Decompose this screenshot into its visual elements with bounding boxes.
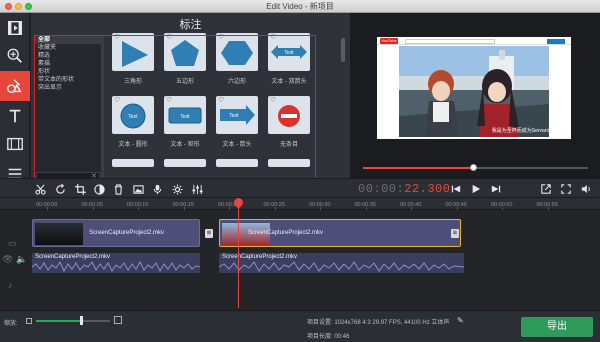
track-speaker-icon[interactable]: 🔈 bbox=[16, 254, 27, 265]
zoom-out-icon[interactable] bbox=[26, 318, 32, 324]
trash-icon bbox=[114, 183, 122, 195]
clip-name: ScreenCaptureProject2.mkv bbox=[248, 230, 324, 236]
video-preview[interactable]: YouTube 我是为圣杯而成为Servant bbox=[377, 37, 571, 139]
crop-button[interactable] bbox=[72, 181, 88, 197]
eye-icon[interactable]: 👁 bbox=[2, 254, 13, 265]
footer-bar: 缩放: 项目设置: 1024x768 4:3 29.97 FPS, 44100 … bbox=[0, 310, 600, 342]
play-button[interactable] bbox=[466, 181, 486, 197]
project-settings-text: 项目设置: 1024x768 4:3 29.97 FPS, 44100 Hz 立… bbox=[307, 320, 450, 326]
magic-zoom-icon bbox=[7, 48, 22, 63]
play-icon bbox=[472, 184, 481, 194]
music-track-icon: ♪ bbox=[8, 280, 13, 290]
speaker-icon bbox=[581, 184, 590, 194]
clip-thumbnail bbox=[35, 223, 83, 245]
film-icon bbox=[8, 21, 22, 35]
zoom-label: 缩放: bbox=[4, 321, 18, 327]
callout-scrollbar[interactable] bbox=[341, 38, 345, 62]
tool-titles[interactable] bbox=[0, 101, 30, 131]
tool-transitions[interactable] bbox=[0, 129, 30, 159]
project-length-text: 项目长度: 00:46 bbox=[307, 334, 350, 340]
image-icon bbox=[132, 184, 144, 194]
contrast-icon bbox=[93, 183, 105, 195]
skip-back-icon bbox=[451, 185, 461, 193]
shapes-icon bbox=[7, 79, 22, 93]
snapshot-button[interactable] bbox=[536, 181, 556, 197]
volume-button[interactable] bbox=[576, 181, 596, 197]
video-track-icon: ▭ bbox=[8, 238, 17, 248]
rotate-icon bbox=[55, 183, 65, 194]
gear-icon bbox=[171, 183, 183, 195]
highlight-box bbox=[34, 35, 316, 191]
skip-forward-button[interactable] bbox=[486, 181, 506, 197]
timecode-display: 00:00:22.300 bbox=[358, 182, 450, 196]
equalizer-button[interactable] bbox=[189, 181, 205, 197]
audio-waveform bbox=[219, 261, 464, 272]
tool-sidebar bbox=[0, 13, 30, 180]
zoom-slider-handle[interactable] bbox=[80, 316, 84, 325]
playback-progress-fill bbox=[363, 167, 474, 169]
title-bar: Edit Video - 新项目 bbox=[0, 0, 600, 13]
youtube-signin-button bbox=[547, 38, 565, 44]
playhead-line bbox=[238, 205, 239, 308]
timeline-ruler[interactable]: 00:00:00 00:00:05 00:00:10 00:00:15 00:00:20… bbox=[0, 198, 600, 210]
audio-waveform bbox=[32, 261, 200, 272]
anime-scene-image bbox=[399, 46, 549, 137]
video-clip[interactable]: ScreenCaptureProject2.mkv bbox=[32, 219, 200, 247]
clip-name: ScreenCaptureProject2.mkv bbox=[89, 230, 165, 236]
zoom-in-icon[interactable] bbox=[114, 316, 122, 324]
fullscreen-icon bbox=[561, 184, 571, 194]
video-clip-selected[interactable]: ScreenCaptureProject2.mkv bbox=[219, 219, 461, 247]
timecode-prefix: 00:00: bbox=[358, 182, 405, 196]
skip-back-button[interactable] bbox=[446, 181, 466, 197]
color-adjust-button[interactable] bbox=[91, 181, 107, 197]
transition-icon bbox=[7, 137, 23, 151]
audio-clip-name: ScreenCaptureProject2.mkv bbox=[222, 254, 298, 260]
microphone-icon bbox=[153, 184, 161, 194]
panel-title: 标注 bbox=[179, 19, 202, 31]
pencil-icon[interactable]: ✎ bbox=[457, 316, 464, 325]
rotate-button[interactable] bbox=[52, 181, 68, 197]
tool-filters[interactable] bbox=[0, 41, 30, 71]
insert-media-button[interactable] bbox=[130, 181, 146, 197]
tool-callouts[interactable] bbox=[0, 71, 30, 101]
export-frame-icon bbox=[541, 184, 551, 194]
clip-properties-button[interactable] bbox=[169, 181, 185, 197]
equalizer-icon bbox=[191, 184, 203, 194]
audio-clip[interactable]: ScreenCaptureProject2.mkv bbox=[219, 253, 464, 273]
youtube-header: YouTube bbox=[377, 37, 571, 45]
zoom-slider-fill bbox=[36, 320, 82, 322]
window-title: Edit Video - 新项目 bbox=[266, 2, 334, 11]
playback-progress-handle[interactable] bbox=[469, 164, 477, 171]
audio-clip[interactable]: ScreenCaptureProject2.mkv bbox=[32, 253, 200, 273]
record-voice-button[interactable] bbox=[149, 181, 165, 197]
text-icon bbox=[9, 109, 21, 123]
editing-toolbar: 00:00:22.300 bbox=[0, 178, 600, 198]
video-subtitle: 我是为圣杯而成为Servant bbox=[491, 128, 549, 134]
timecode-seconds: 22.300 bbox=[404, 182, 451, 196]
clip-transition-icon[interactable]: ⊠ bbox=[205, 229, 213, 238]
cut-button[interactable] bbox=[32, 181, 48, 197]
tool-media[interactable] bbox=[0, 13, 30, 43]
export-button[interactable]: 导出 bbox=[521, 317, 593, 337]
audio-clip-name: ScreenCaptureProject2.mkv bbox=[35, 254, 111, 260]
video-frame: 我是为圣杯而成为Servant bbox=[399, 46, 549, 137]
crop-icon bbox=[74, 183, 86, 195]
delete-button[interactable] bbox=[110, 181, 126, 197]
youtube-search-box bbox=[405, 38, 495, 44]
fullscreen-button[interactable] bbox=[556, 181, 576, 197]
youtube-logo: YouTube bbox=[380, 38, 398, 44]
clip-end-icon[interactable]: ⊠ bbox=[451, 229, 459, 238]
skip-forward-icon bbox=[491, 185, 501, 193]
scissors-icon bbox=[34, 184, 46, 195]
timeline-tracks: ▭ 👁 🔈 ♪ ScreenCaptureProject2.mkv ⊠ Scre… bbox=[0, 210, 600, 310]
